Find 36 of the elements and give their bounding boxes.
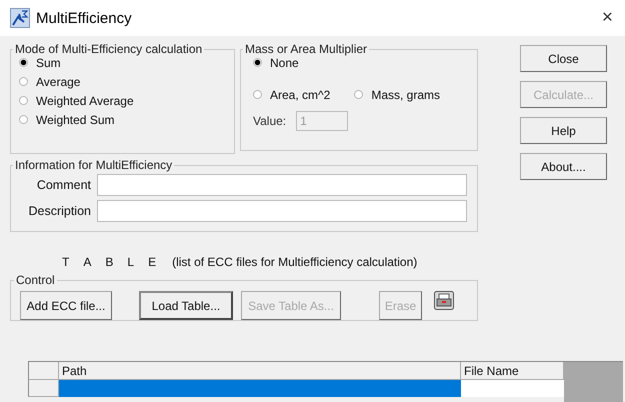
- caption-text: (list of ECC files for Multiefficiency calculation): [172, 255, 418, 269]
- field-label: Comment: [36, 178, 91, 192]
- row-header[interactable]: [28, 380, 59, 397]
- group-title: Mass or Area Multiplier: [244, 42, 368, 56]
- table-cell[interactable]: [59, 380, 461, 397]
- radio-option[interactable]: Average: [19, 72, 226, 91]
- field-label: Value:: [253, 114, 286, 128]
- caption-letter: E: [148, 255, 156, 269]
- radio-option[interactable]: Weighted Average: [19, 91, 226, 110]
- dialog-button[interactable]: Help: [520, 117, 607, 144]
- app-icon: [10, 8, 30, 28]
- group-title: Control: [15, 273, 56, 287]
- group-title: Information for MultiEfficiency: [14, 158, 174, 172]
- input-field[interactable]: [97, 174, 467, 196]
- radio-option[interactable]: Area, cm^2: [253, 85, 330, 104]
- caption-letter: B: [105, 255, 114, 269]
- corner-cell: [28, 362, 59, 380]
- dialog-button[interactable]: Close: [520, 45, 607, 72]
- input-field[interactable]: [97, 200, 467, 222]
- caption-letter: A: [83, 255, 92, 269]
- group-title: Mode of Multi-Efficiency calculation: [14, 42, 204, 56]
- window-title: MultiEfficiency: [36, 10, 132, 26]
- printer-icon[interactable]: [434, 291, 454, 310]
- toolbar-button[interactable]: Load Table...: [139, 291, 233, 320]
- column-header[interactable]: Path: [59, 362, 461, 380]
- dialog-button[interactable]: About....: [520, 153, 607, 180]
- radio-option[interactable]: Weighted Sum: [19, 110, 226, 129]
- caption-letter: L: [127, 255, 134, 269]
- table-cell[interactable]: [461, 380, 564, 397]
- radio-option[interactable]: Mass, grams: [354, 85, 440, 104]
- caption-letter: T: [62, 255, 70, 269]
- field-label: Description: [27, 204, 91, 218]
- toolbar-button[interactable]: Add ECC file...: [20, 291, 112, 320]
- column-header[interactable]: File Name: [461, 362, 564, 380]
- grid-background: [564, 362, 623, 402]
- close-icon[interactable]: ×: [602, 7, 613, 29]
